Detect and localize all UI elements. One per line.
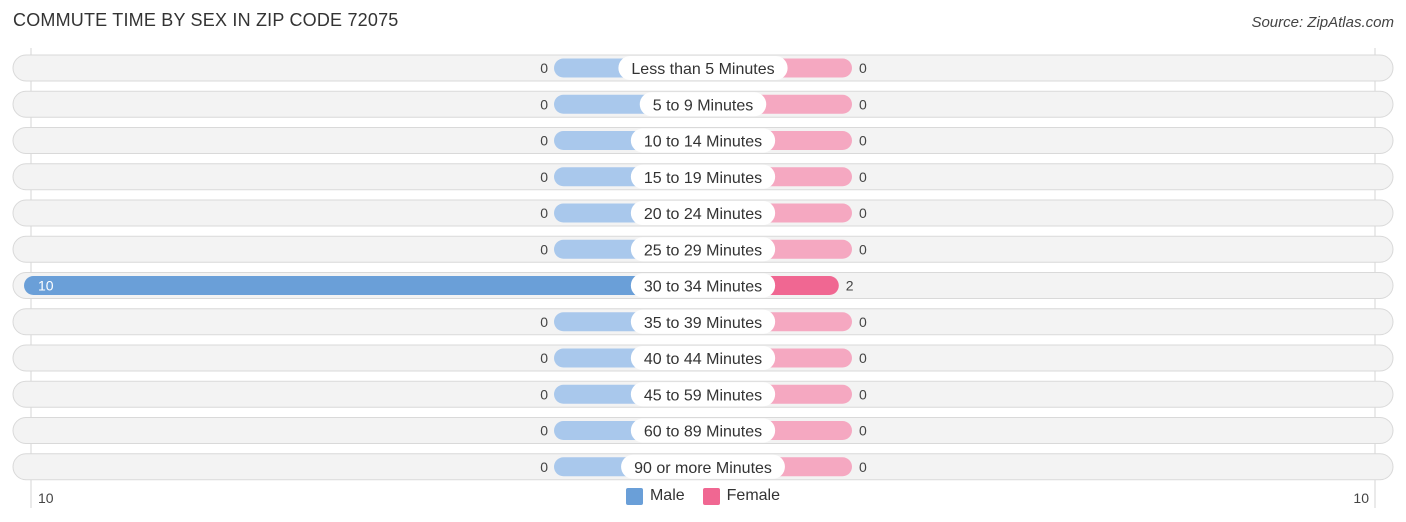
category-label: Less than 5 Minutes [631,61,774,78]
category-label: 5 to 9 Minutes [653,97,754,114]
male-value-label: 0 [540,350,548,366]
legend-swatch-female [702,487,720,505]
chart-canvas: 0 0 Less than 5 Minutes 0 0 5 to 9 Minutes 0 0 1… [12,48,1394,508]
male-value-label: 0 [540,60,548,76]
male-value-label: 0 [540,314,548,330]
category-label: 35 to 39 Minutes [644,315,762,332]
male-bar [24,276,703,295]
legend-item-female[interactable]: Female [702,487,781,505]
category-label: 40 to 44 Minutes [644,351,762,368]
female-value-label: 0 [859,459,867,475]
male-value-label: 10 [38,278,54,294]
female-value-label: 0 [859,96,867,112]
female-value-label: 0 [859,350,867,366]
male-value-label: 0 [540,133,548,149]
legend-label-male: Male [649,487,685,504]
legend-item-male[interactable]: Male [625,487,685,505]
male-value-label: 0 [540,459,548,475]
category-label: 15 to 19 Minutes [644,170,762,187]
female-value-label: 0 [859,386,867,402]
legend: Male Female [0,487,1406,505]
female-value-label: 0 [859,241,867,257]
female-value-label: 0 [859,314,867,330]
male-value-label: 0 [540,423,548,439]
category-label: 30 to 34 Minutes [644,279,762,296]
category-label: 20 to 24 Minutes [644,206,762,223]
female-value-label: 0 [859,169,867,185]
female-value-label: 0 [859,205,867,221]
female-value-label: 0 [859,60,867,76]
male-value-label: 0 [540,96,548,112]
category-label: 90 or more Minutes [634,460,772,477]
category-label: 60 to 89 Minutes [644,424,762,441]
category-label: 10 to 14 Minutes [644,134,762,151]
female-value-label: 2 [846,278,854,294]
female-value-label: 0 [859,423,867,439]
male-value-label: 0 [540,386,548,402]
male-value-label: 0 [540,241,548,257]
male-value-label: 0 [540,205,548,221]
category-label: 45 to 59 Minutes [644,387,762,404]
legend-swatch-male [625,487,643,505]
category-label: 25 to 29 Minutes [644,242,762,259]
legend-label-female: Female [726,487,781,504]
female-value-label: 0 [859,133,867,149]
male-value-label: 0 [540,169,548,185]
